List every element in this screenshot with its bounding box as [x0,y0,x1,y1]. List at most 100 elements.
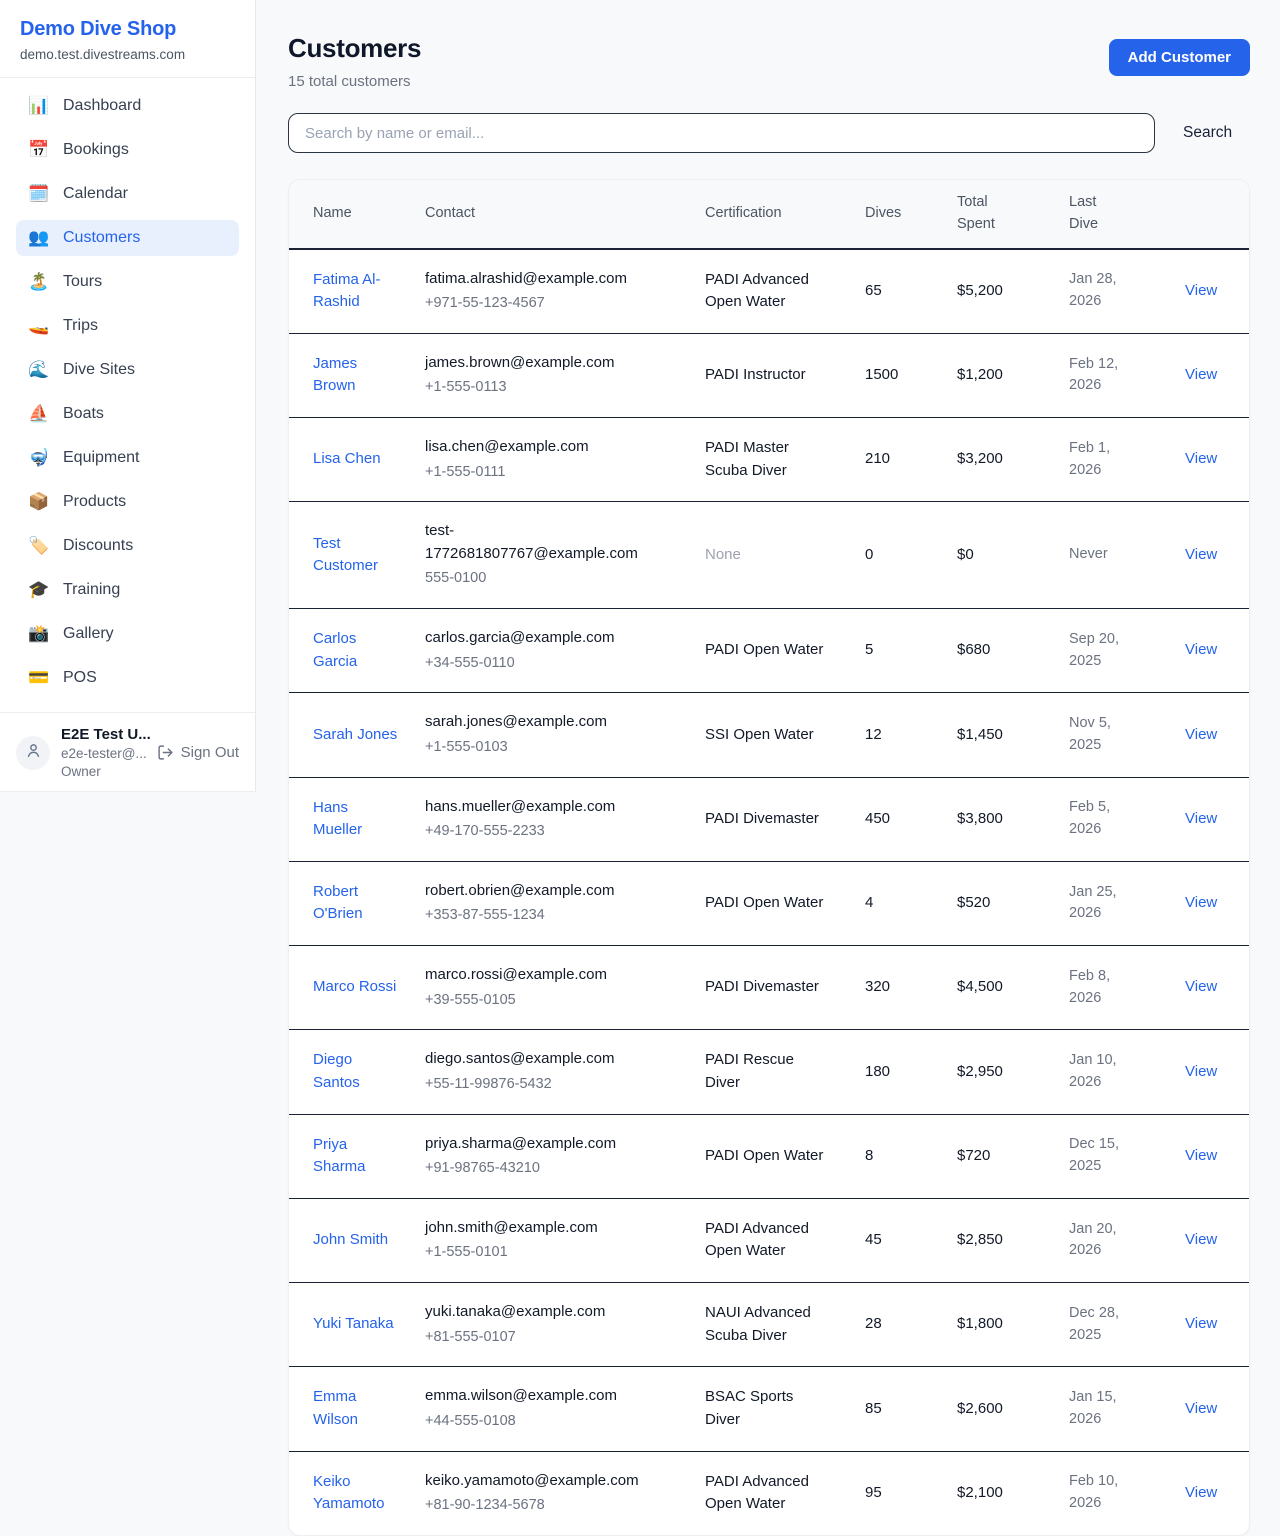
customer-dives: 85 [849,1367,941,1451]
tag-icon: 🏷️ [28,536,50,556]
customer-count: 15 total customers [288,73,421,90]
sign-out-icon [157,744,174,761]
view-customer-link[interactable]: View [1185,978,1217,995]
customer-dives: 320 [849,946,941,1030]
view-customer-link[interactable]: View [1185,1147,1217,1164]
view-customer-link[interactable]: View [1185,366,1217,383]
sidebar-item-pos[interactable]: 💳POS [16,660,239,696]
customer-name-link[interactable]: Carlos Garcia [313,630,357,670]
sidebar-item-label: Boats [63,404,104,424]
view-customer-link[interactable]: View [1185,894,1217,911]
customer-dives: 0 [849,502,941,609]
search-bar: Search [288,113,1250,153]
customer-certification: PADI Advanced Open Water [689,1451,849,1535]
sidebar-item-boats[interactable]: ⛵ Boats [16,396,239,432]
view-customer-link[interactable]: View [1185,1315,1217,1332]
customer-total-spent: $3,200 [941,418,1053,502]
customer-phone: +49-170-555-2233 [425,821,673,843]
sidebar-item-products[interactable]: 📦Products [16,484,239,520]
sailboat-icon: ⛵ [28,404,50,424]
sign-out-label: Sign Out [181,744,239,761]
customer-phone: 555-0100 [425,568,673,590]
customer-name-link[interactable]: Priya Sharma [313,1136,366,1176]
view-customer-link[interactable]: View [1185,546,1217,563]
column-header-contact: Contact [409,180,689,249]
user-info: E2E Test U... e2e-tester@... Owner [61,726,146,779]
view-customer-link[interactable]: View [1185,810,1217,827]
customer-name-link[interactable]: Fatima Al-Rashid [313,271,381,311]
table-row: Keiko Yamamoto keiko.yamamoto@example.co… [289,1451,1250,1535]
customer-total-spent: $2,600 [941,1367,1053,1451]
sidebar-item-tours[interactable]: 🏝️Tours [16,264,239,300]
customer-name-link[interactable]: Emma Wilson [313,1388,358,1428]
customer-name-link[interactable]: Lisa Chen [313,450,381,467]
wave-icon: 🌊 [28,360,50,380]
add-customer-button[interactable]: Add Customer [1109,39,1250,76]
column-header-name: Name [289,180,409,249]
customer-name-link[interactable]: Diego Santos [313,1051,360,1091]
customer-last-dive: Jan 28, 2026 [1053,249,1169,334]
customer-name-link[interactable]: Keiko Yamamoto [313,1473,384,1513]
sidebar-item-calendar[interactable]: 🗓️Calendar [16,176,239,212]
search-input[interactable] [288,113,1155,153]
customer-certification: PADI Instructor [689,333,849,417]
sidebar-item-dashboard[interactable]: 📊Dashboard [16,88,239,124]
customer-name-link[interactable]: Test Customer [313,535,378,575]
customer-phone: +91-98765-43210 [425,1158,673,1180]
view-customer-link[interactable]: View [1185,1063,1217,1080]
customer-phone: +81-90-1234-5678 [425,1495,673,1517]
sidebar-item-label: Gallery [63,624,114,644]
table-row: John Smith john.smith@example.com +1-555… [289,1198,1250,1282]
customer-name-link[interactable]: John Smith [313,1231,388,1248]
column-header-total-spent: Total Spent [941,180,1053,249]
table-row: Diego Santos diego.santos@example.com +5… [289,1030,1250,1114]
view-customer-link[interactable]: View [1185,1231,1217,1248]
calendar-icon: 📅 [28,140,50,160]
customers-table-card: NameContactCertificationDivesTotal Spent… [288,179,1250,1536]
sidebar-item-gallery[interactable]: 📸Gallery [16,616,239,652]
customer-dives: 95 [849,1451,941,1535]
customer-certification: NAUI Advanced Scuba Diver [689,1283,849,1367]
customer-phone: +971-55-123-4567 [425,293,673,315]
customer-name-link[interactable]: James Brown [313,355,357,395]
search-button[interactable]: Search [1183,124,1232,142]
view-customer-link[interactable]: View [1185,1400,1217,1417]
diving-mask-icon: 🤿 [28,448,50,468]
sidebar-item-dive-sites[interactable]: 🌊Dive Sites [16,352,239,388]
customer-last-dive: Dec 28, 2025 [1053,1283,1169,1367]
customer-last-dive: Feb 10, 2026 [1053,1451,1169,1535]
sidebar-item-label: Calendar [63,184,128,204]
customer-phone: +55-11-99876-5432 [425,1074,673,1096]
customer-total-spent: $1,200 [941,333,1053,417]
customer-name-link[interactable]: Hans Mueller [313,799,362,839]
sidebar-item-label: Products [63,492,126,512]
sidebar-user-section: E2E Test U... e2e-tester@... Owner Sign … [0,712,255,791]
customer-phone: +1-555-0113 [425,377,673,399]
customer-last-dive: Jan 15, 2026 [1053,1367,1169,1451]
sidebar-item-customers[interactable]: 👥Customers [16,220,239,256]
customer-dives: 8 [849,1114,941,1198]
customer-dives: 28 [849,1283,941,1367]
sidebar-item-trips[interactable]: 🚤Trips [16,308,239,344]
customer-email: keiko.yamamoto@example.com [425,1470,643,1493]
view-customer-link[interactable]: View [1185,1484,1217,1501]
sidebar-item-training[interactable]: 🎓Training [16,572,239,608]
sidebar-item-bookings[interactable]: 📅Bookings [16,132,239,168]
view-customer-link[interactable]: View [1185,282,1217,299]
view-customer-link[interactable]: View [1185,450,1217,467]
view-customer-link[interactable]: View [1185,641,1217,658]
customer-name-link[interactable]: Marco Rossi [313,978,396,995]
view-customer-link[interactable]: View [1185,726,1217,743]
customer-name-link[interactable]: Yuki Tanaka [313,1315,394,1332]
sidebar-item-equipment[interactable]: 🤿 Equipment [16,440,239,476]
customer-name-link[interactable]: Robert O'Brien [313,883,363,923]
customer-dives: 450 [849,777,941,861]
sidebar-item-discounts[interactable]: 🏷️Discounts [16,528,239,564]
customer-name-link[interactable]: Sarah Jones [313,726,397,743]
customer-dives: 12 [849,693,941,777]
sign-out-button[interactable]: Sign Out [157,744,239,761]
sidebar-item-label: Equipment [63,448,140,468]
app-title[interactable]: Demo Dive Shop [20,18,235,41]
customer-total-spent: $520 [941,861,1053,945]
page-header: Customers 15 total customers Add Custome… [288,33,1250,90]
